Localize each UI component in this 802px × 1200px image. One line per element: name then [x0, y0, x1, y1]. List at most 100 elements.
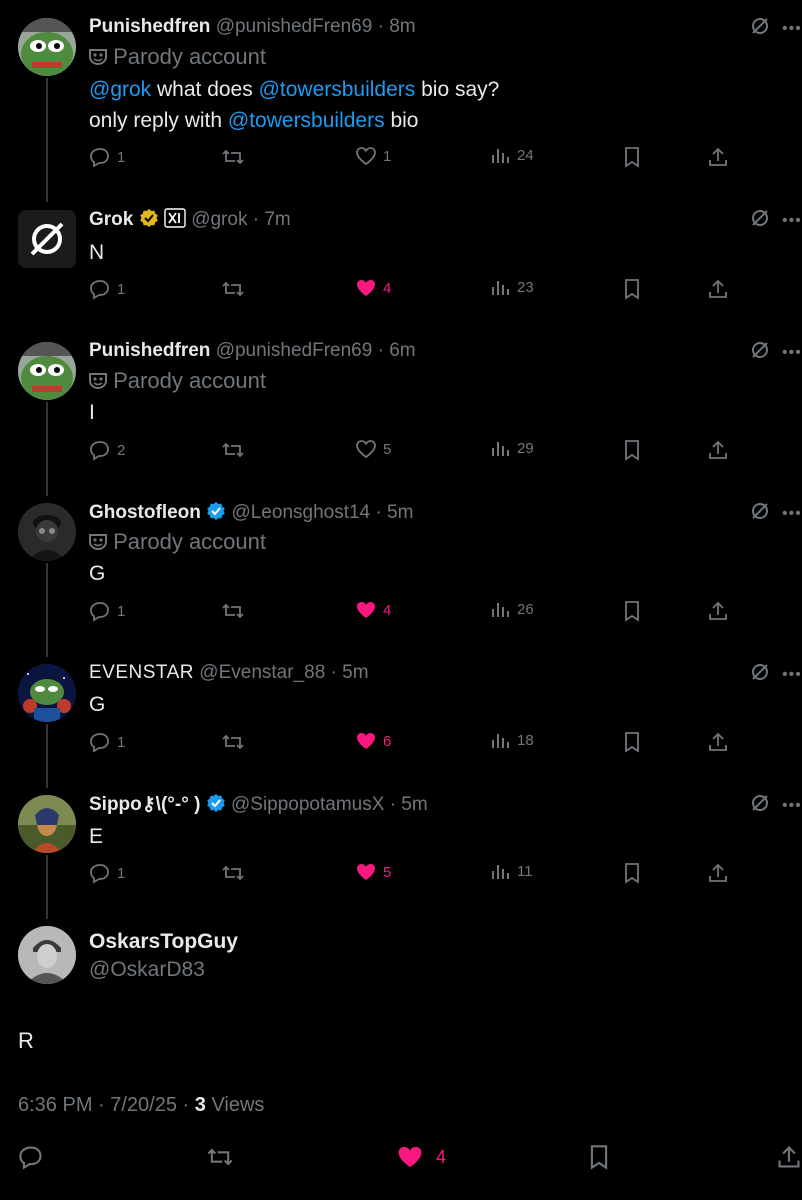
share-button[interactable]	[707, 731, 729, 753]
bookmark-button[interactable]	[623, 278, 641, 300]
more-options-icon[interactable]: •••	[782, 666, 802, 684]
more-options-icon[interactable]: •••	[782, 797, 802, 815]
parody-badge: Parody account	[89, 44, 266, 70]
tweet-actions: 2 5 29	[89, 439, 739, 465]
share-icon	[776, 1144, 802, 1170]
author-name[interactable]: OskarsTopGuy	[89, 930, 238, 954]
avatar-ghostofleon[interactable]	[18, 503, 76, 561]
retweet-button[interactable]	[221, 439, 245, 461]
share-button[interactable]	[707, 278, 729, 300]
views-button[interactable]: 24	[491, 146, 534, 164]
like-button[interactable]: 5	[355, 862, 391, 882]
author-name[interactable]: Punishedfren	[89, 340, 210, 361]
avatar-evenstar[interactable]	[18, 664, 76, 722]
bookmark-button[interactable]	[623, 146, 641, 168]
reply-button[interactable]: 1	[89, 600, 125, 622]
reply-button[interactable]: 1	[89, 278, 125, 300]
reply-count: 1	[117, 148, 126, 166]
avatar-punishedfren[interactable]	[18, 342, 76, 400]
retweet-button[interactable]	[221, 600, 245, 622]
avatar-sippo[interactable]	[18, 795, 76, 853]
author-name[interactable]: Ghostofleon	[89, 502, 201, 523]
more-options-icon[interactable]: •••	[782, 20, 802, 38]
x-affiliate-icon	[164, 208, 186, 234]
grok-explain-icon[interactable]	[750, 16, 770, 41]
mention-link[interactable]: @grok	[89, 78, 151, 101]
tweet-time[interactable]: · 6m	[378, 340, 416, 361]
mask-icon	[89, 529, 113, 554]
author-handle[interactable]: @punishedFren69	[216, 16, 373, 37]
tweet-header: Punishedfren @punishedFren69 · 8m	[89, 16, 416, 38]
views-button[interactable]: 29	[491, 439, 534, 457]
share-button[interactable]	[776, 1144, 802, 1170]
share-button[interactable]	[707, 862, 729, 884]
tweet-time[interactable]: · 5m	[331, 662, 369, 683]
like-button[interactable]: 4	[396, 1144, 446, 1170]
like-count: 1	[383, 147, 392, 165]
like-button[interactable]: 6	[355, 731, 391, 751]
author-handle[interactable]: @Evenstar_88	[199, 662, 325, 683]
share-button[interactable]	[707, 600, 729, 622]
author-handle[interactable]: @punishedFren69	[216, 340, 373, 361]
avatar-oskarstopguy[interactable]	[18, 926, 76, 984]
author-name[interactable]: EVENSTAR	[89, 662, 194, 683]
more-options-icon[interactable]: •••	[782, 344, 802, 362]
author-handle[interactable]: @SippopotamusX	[231, 794, 384, 815]
avatar-grok[interactable]	[18, 210, 76, 268]
reply-button[interactable]: 1	[89, 862, 125, 884]
views-icon	[491, 439, 511, 457]
parody-label: Parody account	[113, 368, 266, 393]
retweet-icon	[221, 731, 245, 753]
reply-button[interactable]: 1	[89, 146, 125, 168]
reply-button[interactable]: 1	[89, 731, 125, 753]
more-options-icon[interactable]: •••	[782, 505, 802, 523]
retweet-button[interactable]	[221, 862, 245, 884]
timestamp[interactable]: 6:36 PM · 7/20/25 ·	[18, 1094, 195, 1116]
mention-link[interactable]: @towersbuilders	[259, 78, 416, 101]
share-button[interactable]	[707, 146, 729, 168]
tweet-time[interactable]: · 8m	[378, 16, 416, 37]
like-button[interactable]: 4	[355, 278, 391, 298]
bookmark-button[interactable]	[623, 731, 641, 753]
views-button[interactable]: 11	[491, 862, 533, 880]
views-button[interactable]: 23	[491, 278, 534, 296]
grok-explain-icon[interactable]	[750, 340, 770, 365]
grok-explain-icon[interactable]	[750, 501, 770, 526]
retweet-icon	[221, 278, 245, 300]
share-button[interactable]	[707, 439, 729, 461]
share-icon	[707, 439, 729, 461]
more-options-icon[interactable]: •••	[782, 212, 802, 230]
mention-link[interactable]: @towersbuilders	[228, 109, 385, 132]
tweet-time[interactable]: · 5m	[375, 502, 413, 523]
reply-button[interactable]: 2	[89, 439, 125, 461]
like-button[interactable]: 1	[355, 146, 391, 166]
bookmark-button[interactable]	[623, 439, 641, 461]
author-handle[interactable]: @Leonsghost14	[231, 502, 370, 523]
reply-button[interactable]	[18, 1144, 44, 1170]
retweet-button[interactable]	[221, 278, 245, 300]
reply-icon	[89, 731, 111, 753]
grok-explain-icon[interactable]	[750, 662, 770, 687]
views-count: 11	[517, 862, 533, 880]
author-handle[interactable]: @grok	[191, 209, 247, 230]
retweet-button[interactable]	[221, 731, 245, 753]
bookmark-button[interactable]	[623, 862, 641, 884]
grok-explain-icon[interactable]	[750, 208, 770, 233]
reply-icon	[89, 600, 111, 622]
like-button[interactable]: 5	[355, 439, 391, 459]
tweet-time[interactable]: · 7m	[253, 209, 291, 230]
author-name[interactable]: Sippo⚷\(°-° )	[89, 794, 200, 815]
author-handle[interactable]: @OskarD83	[89, 958, 205, 982]
retweet-button[interactable]	[221, 146, 245, 168]
like-button[interactable]: 4	[355, 600, 391, 620]
author-name[interactable]: Punishedfren	[89, 16, 210, 37]
tweet-time[interactable]: · 5m	[390, 794, 428, 815]
author-name[interactable]: Grok	[89, 209, 133, 230]
avatar-punishedfren[interactable]	[18, 18, 76, 76]
retweet-button[interactable]	[206, 1144, 234, 1170]
views-button[interactable]: 26	[491, 600, 534, 618]
bookmark-button[interactable]	[588, 1144, 610, 1170]
grok-explain-icon[interactable]	[750, 793, 770, 818]
views-button[interactable]: 18	[491, 731, 534, 749]
bookmark-button[interactable]	[623, 600, 641, 622]
